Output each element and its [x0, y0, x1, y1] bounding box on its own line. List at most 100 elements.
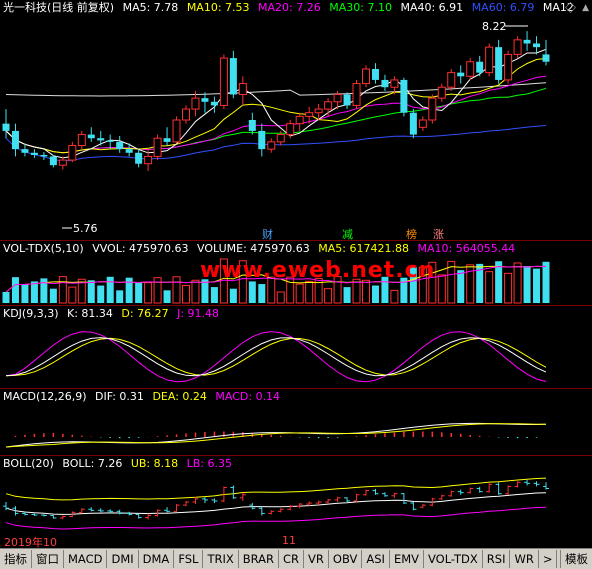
boll-chart — [3, 477, 549, 530]
candle-body-down — [116, 141, 124, 150]
volume-bar-down — [49, 288, 57, 303]
volume-bar-up — [182, 285, 190, 304]
candle-body-down — [542, 54, 550, 62]
candle-body-down — [30, 152, 38, 155]
candle-body-up — [485, 46, 494, 74]
candle-body-down — [523, 39, 531, 44]
candle-body-up — [362, 68, 370, 85]
volume-bar-up — [144, 282, 153, 304]
volume-bar-down — [533, 268, 541, 303]
candle-body-down — [40, 154, 48, 157]
volume-bar-up — [362, 279, 370, 304]
volume-bar-down — [210, 287, 218, 303]
candle-body-down — [400, 79, 408, 113]
candle-body-up — [276, 134, 285, 143]
candle-body-down — [371, 69, 379, 80]
candle-body-down — [457, 72, 465, 77]
tab-brar[interactable]: BRAR — [239, 550, 280, 568]
candle-body-up — [390, 79, 399, 88]
low-price-label: 5.76 — [73, 222, 98, 235]
tab-rsi[interactable]: RSI — [483, 550, 511, 568]
tab-dma[interactable]: DMA — [139, 550, 175, 568]
tab-asi[interactable]: ASI — [362, 550, 390, 568]
tab-macd[interactable]: MACD — [64, 550, 108, 568]
tab-indicator[interactable]: 指标 — [0, 550, 32, 568]
volume-bar-down — [97, 285, 105, 303]
candle-body-up — [172, 119, 181, 143]
candle-body-up — [504, 53, 513, 81]
candle-body-down — [125, 149, 133, 153]
price-panel[interactable]: 光一科技(日线 前复权) MA5: 7.78 MA10: 7.53 MA20: … — [0, 0, 592, 241]
ma60-line — [5, 125, 547, 162]
candle-body-down — [343, 94, 351, 106]
template-button[interactable]: 模板 — [560, 550, 592, 568]
tab-cr[interactable]: CR — [279, 550, 305, 568]
ma10-line — [5, 57, 547, 154]
tab-trix[interactable]: TRIX — [203, 550, 239, 568]
candle-body-down — [229, 58, 237, 95]
toolbar-more-button[interactable]: > — [539, 550, 558, 568]
candle-body-up — [333, 94, 342, 103]
tab-vol-tdx[interactable]: VOL-TDX — [424, 550, 483, 568]
candle-body-up — [77, 134, 86, 146]
candle-body-up — [191, 97, 200, 110]
candle-body-up — [437, 86, 446, 99]
candle-body-up — [324, 101, 333, 110]
tab-wr[interactable]: WR — [510, 550, 539, 568]
macd-panel[interactable]: MACD(12,26,9) DIF: 0.31 DEA: 0.24 MACD: … — [0, 389, 592, 455]
volume-bar-up — [504, 272, 513, 304]
candle-body-up — [418, 119, 427, 128]
candle-body-down — [106, 140, 114, 142]
candle-body-down — [49, 156, 57, 166]
candle-body-up — [466, 61, 475, 77]
indicator-toolbar: 指标 窗口 MACD DMI DMA FSL TRIX BRAR CR VR O… — [0, 548, 592, 569]
volume-bar-down — [495, 261, 503, 303]
date-axis: 2019年10 11 — [0, 534, 592, 549]
candle-body-up — [314, 108, 323, 114]
candle-body-up — [219, 57, 228, 106]
volume-bar-down — [248, 281, 256, 303]
candle-body-down — [495, 47, 503, 80]
candle-body-down — [381, 79, 389, 88]
volume-bar-down — [11, 277, 19, 303]
candlestick-chart — [2, 25, 550, 229]
tab-window[interactable]: 窗口 — [32, 550, 64, 568]
boll-upper-line — [5, 477, 547, 501]
tab-emv[interactable]: EMV — [390, 550, 424, 568]
watermark: www.eweb.net.cn — [200, 258, 436, 283]
volume-bar-up — [58, 276, 67, 304]
volume-bar-up — [191, 279, 200, 304]
candle-body-up — [428, 97, 437, 121]
boll-mid-line — [5, 492, 547, 515]
ma5-line — [5, 48, 547, 159]
candle-body-down — [2, 123, 10, 131]
candle-body-up — [352, 83, 361, 106]
kdj-panel[interactable]: KDJ(9,3,3) K: 81.34 D: 76.27 J: 91.48 — [0, 306, 592, 388]
candle-body-up — [267, 141, 276, 150]
macd-dif-line — [5, 422, 547, 448]
volume-bar-down — [135, 282, 143, 303]
volume-bar-down — [163, 290, 171, 303]
candle-body-up — [295, 115, 304, 125]
boll-panel[interactable]: BOLL(20) BOLL: 7.26 UB: 8.18 LB: 6.35 — [0, 456, 592, 534]
candle-body-down — [201, 98, 209, 102]
boll-lower-line — [5, 506, 547, 530]
tab-dmi[interactable]: DMI — [107, 550, 139, 568]
candle-body-up — [153, 137, 162, 157]
candle-body-up — [447, 72, 456, 88]
candle-body-down — [163, 138, 171, 142]
volume-bar-up — [513, 262, 522, 304]
candle-body-up — [238, 83, 247, 95]
macd-chart — [5, 422, 547, 448]
candle-body-up — [58, 159, 67, 166]
volume-bar-down — [21, 284, 29, 303]
tab-vr[interactable]: VR — [304, 550, 329, 568]
tab-obv[interactable]: OBV — [329, 550, 363, 568]
candle-body-down — [21, 149, 29, 153]
tab-fsl[interactable]: FSL — [174, 550, 204, 568]
volume-bar-down — [125, 277, 133, 303]
volume-bar-down — [116, 290, 124, 303]
candle-body-up — [182, 108, 190, 121]
volume-bar-down — [229, 288, 237, 303]
candle-body-up — [513, 39, 522, 55]
